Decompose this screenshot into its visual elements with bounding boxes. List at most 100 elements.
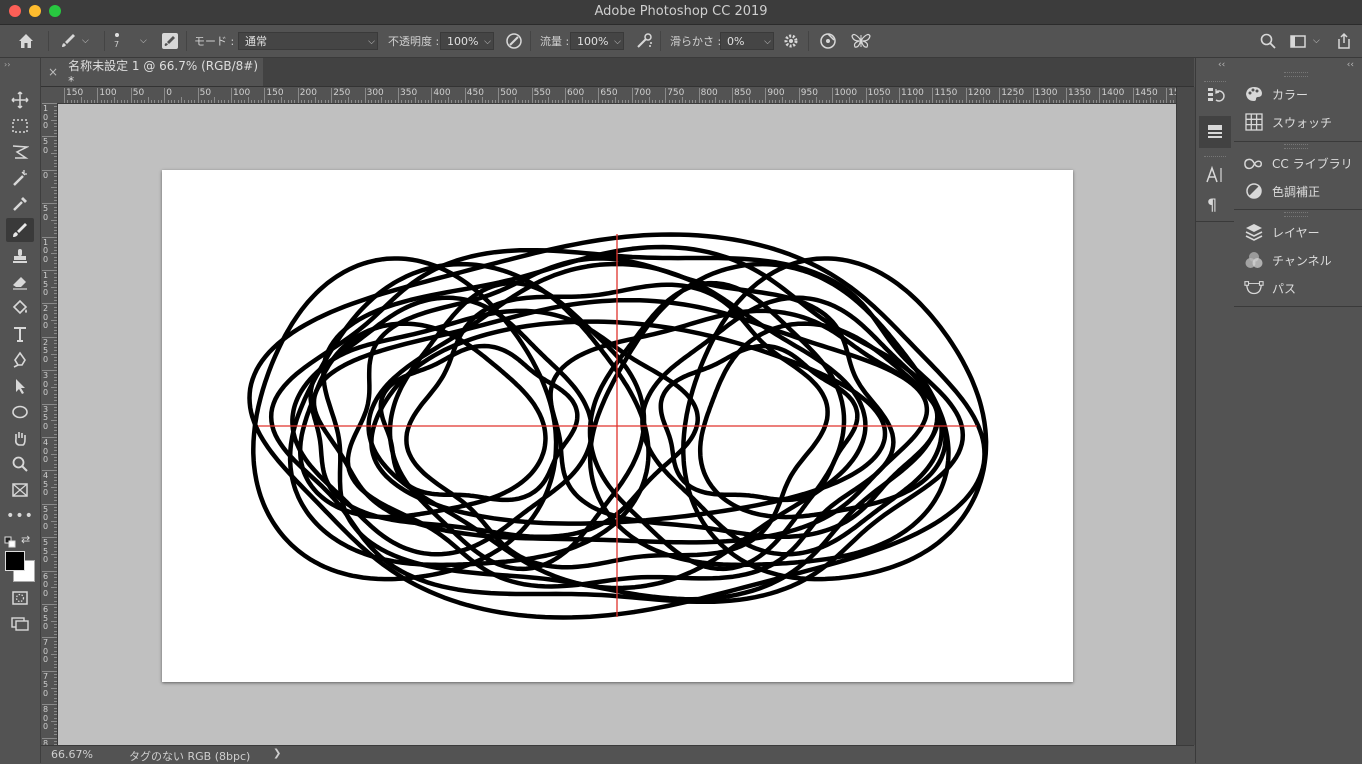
chevron-down-icon: ⌵ — [1313, 36, 1320, 46]
ruler-tick-label: 300 — [43, 371, 49, 398]
channels-icon — [1245, 252, 1263, 268]
zoom-tool[interactable] — [6, 452, 34, 476]
home-button[interactable] — [16, 25, 36, 57]
paragraph-panel-button[interactable]: ¶ — [1207, 195, 1217, 214]
screen-mode-button[interactable] — [6, 612, 34, 636]
paint-bucket-tool[interactable] — [6, 296, 34, 320]
panel-list: ‹‹ カラー スウォッチ CC ライブラリ 色調補正 レイヤー チャンネル パス — [1234, 58, 1362, 763]
panel-item-layers[interactable]: レイヤー — [1244, 220, 1320, 244]
brush-size-dropdown[interactable]: ⌵ — [140, 25, 147, 57]
brush-settings-toggle[interactable] — [161, 25, 179, 57]
brush-size-picker[interactable]: 7 — [114, 25, 119, 57]
ruler-tick-label: 0 — [166, 88, 172, 98]
type-icon — [14, 327, 26, 342]
canvas-area[interactable] — [58, 104, 1176, 745]
ruler-tick-label: 50 — [199, 88, 212, 98]
opacity-label: 不透明度 : — [388, 35, 440, 48]
panel-item-swatches[interactable]: スウォッチ — [1244, 110, 1332, 134]
eraser-icon — [13, 277, 27, 290]
path-selection-tool[interactable] — [6, 374, 34, 398]
smoothing-label: 滑らかさ : — [670, 35, 722, 48]
magic-wand-icon — [13, 170, 27, 186]
panel-item-cc-libraries[interactable]: CC ライブラリ — [1244, 151, 1353, 175]
ruler-tick-label: 750 — [43, 671, 49, 698]
vertical-ruler[interactable]: 100 50 0 50 100 150 200 250 300 350 400 450 500 550 60… — [41, 103, 58, 745]
pressure-icon — [506, 33, 522, 49]
mode-select[interactable]: 通常 ⌵ — [238, 32, 378, 50]
ruler-tick-label: 1450 — [1134, 88, 1158, 98]
pen-tool[interactable] — [6, 348, 34, 372]
edit-toolbar-button[interactable]: ••• — [6, 504, 34, 528]
smoothing-options-button[interactable] — [782, 25, 800, 57]
airbrush-button[interactable] — [634, 25, 654, 57]
marquee-tool[interactable] — [6, 114, 34, 138]
character-panel-button[interactable] — [1205, 165, 1225, 189]
default-colors-icon — [4, 536, 16, 548]
screen-mode-icon — [11, 617, 29, 631]
collapse-dock-icon[interactable]: ‹‹ — [1218, 60, 1225, 70]
eyedropper-tool[interactable] — [6, 192, 34, 216]
panel-item-channels[interactable]: チャンネル — [1244, 248, 1332, 272]
type-tool[interactable] — [6, 322, 34, 346]
zoom-level[interactable]: 66.67% — [51, 748, 93, 761]
stamp-tool[interactable] — [6, 244, 34, 268]
ruler-tick-label: 150 — [43, 271, 49, 297]
arrow-icon — [16, 379, 25, 394]
zoom-icon — [12, 456, 28, 472]
brush-tool[interactable] — [6, 218, 34, 242]
flow-field[interactable]: 100% ⌵ — [570, 32, 624, 50]
document-tab[interactable]: × 名称未設定 1 @ 66.7% (RGB/8#) * — [41, 58, 263, 88]
move-tool[interactable] — [6, 88, 34, 112]
panel-item-paths[interactable]: パス — [1244, 276, 1296, 300]
document-canvas[interactable] — [162, 170, 1073, 682]
pressure-size-button[interactable] — [818, 25, 838, 57]
window-title: Adobe Photoshop CC 2019 — [594, 4, 768, 19]
tool-preset-picker[interactable]: ⌵ — [58, 25, 89, 57]
ellipse-tool[interactable] — [6, 400, 34, 424]
smoothing-field[interactable]: 0% ⌵ — [720, 32, 774, 50]
chevron-down-icon: ⌵ — [82, 36, 89, 46]
workspace-button[interactable]: ⌵ — [1289, 25, 1320, 57]
hand-tool[interactable] — [6, 426, 34, 450]
ruler-tick-label: 100 — [43, 104, 49, 130]
foreground-color-swatch[interactable] — [5, 551, 25, 571]
swap-colors-icon[interactable]: ⇄ — [21, 533, 30, 546]
brush-dot-icon — [114, 33, 119, 37]
magic-wand-tool[interactable] — [6, 166, 34, 190]
frame-tool[interactable] — [6, 478, 34, 502]
collapse-panels-icon[interactable]: ‹‹ — [1347, 60, 1354, 70]
close-tab-icon[interactable]: × — [48, 65, 58, 79]
airbrush-icon — [637, 33, 652, 48]
symmetry-button[interactable] — [850, 25, 872, 57]
ruler-origin[interactable] — [41, 87, 58, 103]
search-button[interactable] — [1259, 25, 1277, 57]
panel-item-adjustments[interactable]: 色調補正 — [1244, 179, 1320, 203]
quick-mask-button[interactable] — [6, 586, 34, 610]
pressure-opacity-button[interactable] — [504, 25, 524, 57]
horizontal-ruler[interactable]: 150 100 50 0 50 100 150 200 250 300 350 400 450 500 55… — [58, 87, 1176, 104]
brush-icon — [62, 34, 75, 47]
ruler-tick-label: 550 — [43, 538, 49, 565]
status-info-arrow[interactable]: ❯ — [273, 748, 281, 759]
ruler-tick-label: 200 — [43, 304, 49, 331]
ruler-tick-label: 450 — [43, 471, 49, 498]
default-colors-button[interactable] — [4, 533, 16, 552]
share-button[interactable] — [1335, 25, 1353, 57]
properties-panel-button[interactable] — [1205, 122, 1225, 146]
history-panel-button[interactable] — [1205, 85, 1225, 109]
mode-label: モード : — [194, 35, 235, 48]
panel-item-color[interactable]: カラー — [1244, 82, 1308, 106]
opacity-field[interactable]: 100% ⌵ — [440, 32, 494, 50]
ruler-tick-label: 50 — [43, 204, 49, 222]
ellipse-icon — [12, 405, 28, 419]
eraser-tool[interactable] — [6, 270, 34, 294]
collapse-tools-icon[interactable]: ›› — [4, 60, 10, 69]
lasso-tool[interactable] — [6, 140, 34, 164]
flow-value: 100% — [577, 35, 609, 48]
vertical-scrollbar[interactable] — [1176, 87, 1195, 745]
ruler-tick-label: 250 — [43, 337, 49, 364]
ruler-tick-label: 1400 — [1101, 88, 1125, 98]
title-bar: Adobe Photoshop CC 2019 — [0, 0, 1362, 25]
butterfly-icon — [851, 33, 871, 48]
mode-value: 通常 — [245, 35, 267, 48]
